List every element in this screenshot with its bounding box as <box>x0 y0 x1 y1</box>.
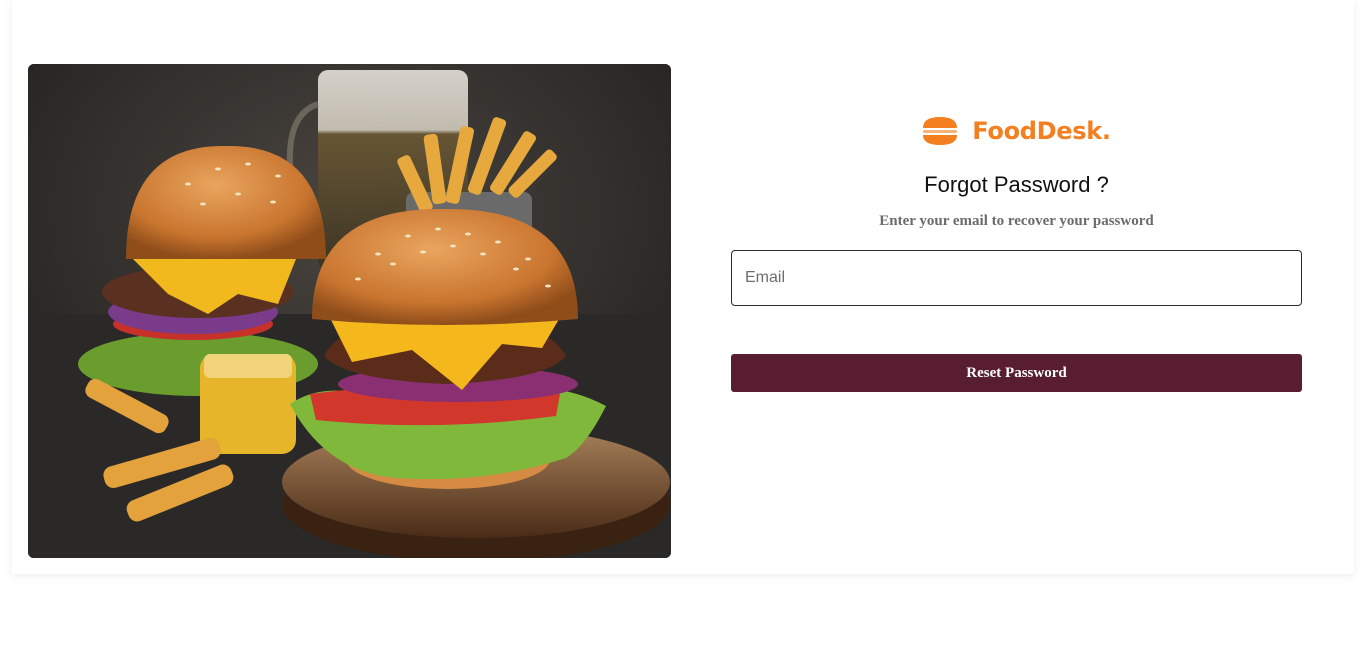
brand-logo: FoodDesk. <box>731 116 1302 146</box>
brand-name: FoodDesk. <box>972 117 1111 145</box>
hero-image <box>28 64 671 558</box>
page-subtitle: Enter your email to recover your passwor… <box>879 213 1154 229</box>
forgot-password-panel: FoodDesk. Forgot Password ? Enter your e… <box>731 0 1302 574</box>
page-title: Forgot Password ? <box>924 172 1109 197</box>
forgot-password-card: FoodDesk. Forgot Password ? Enter your e… <box>12 0 1354 574</box>
burger-icon <box>923 117 958 145</box>
burger-photo <box>28 64 671 558</box>
reset-password-button[interactable]: Reset Password <box>731 354 1302 392</box>
email-field[interactable] <box>731 250 1302 306</box>
